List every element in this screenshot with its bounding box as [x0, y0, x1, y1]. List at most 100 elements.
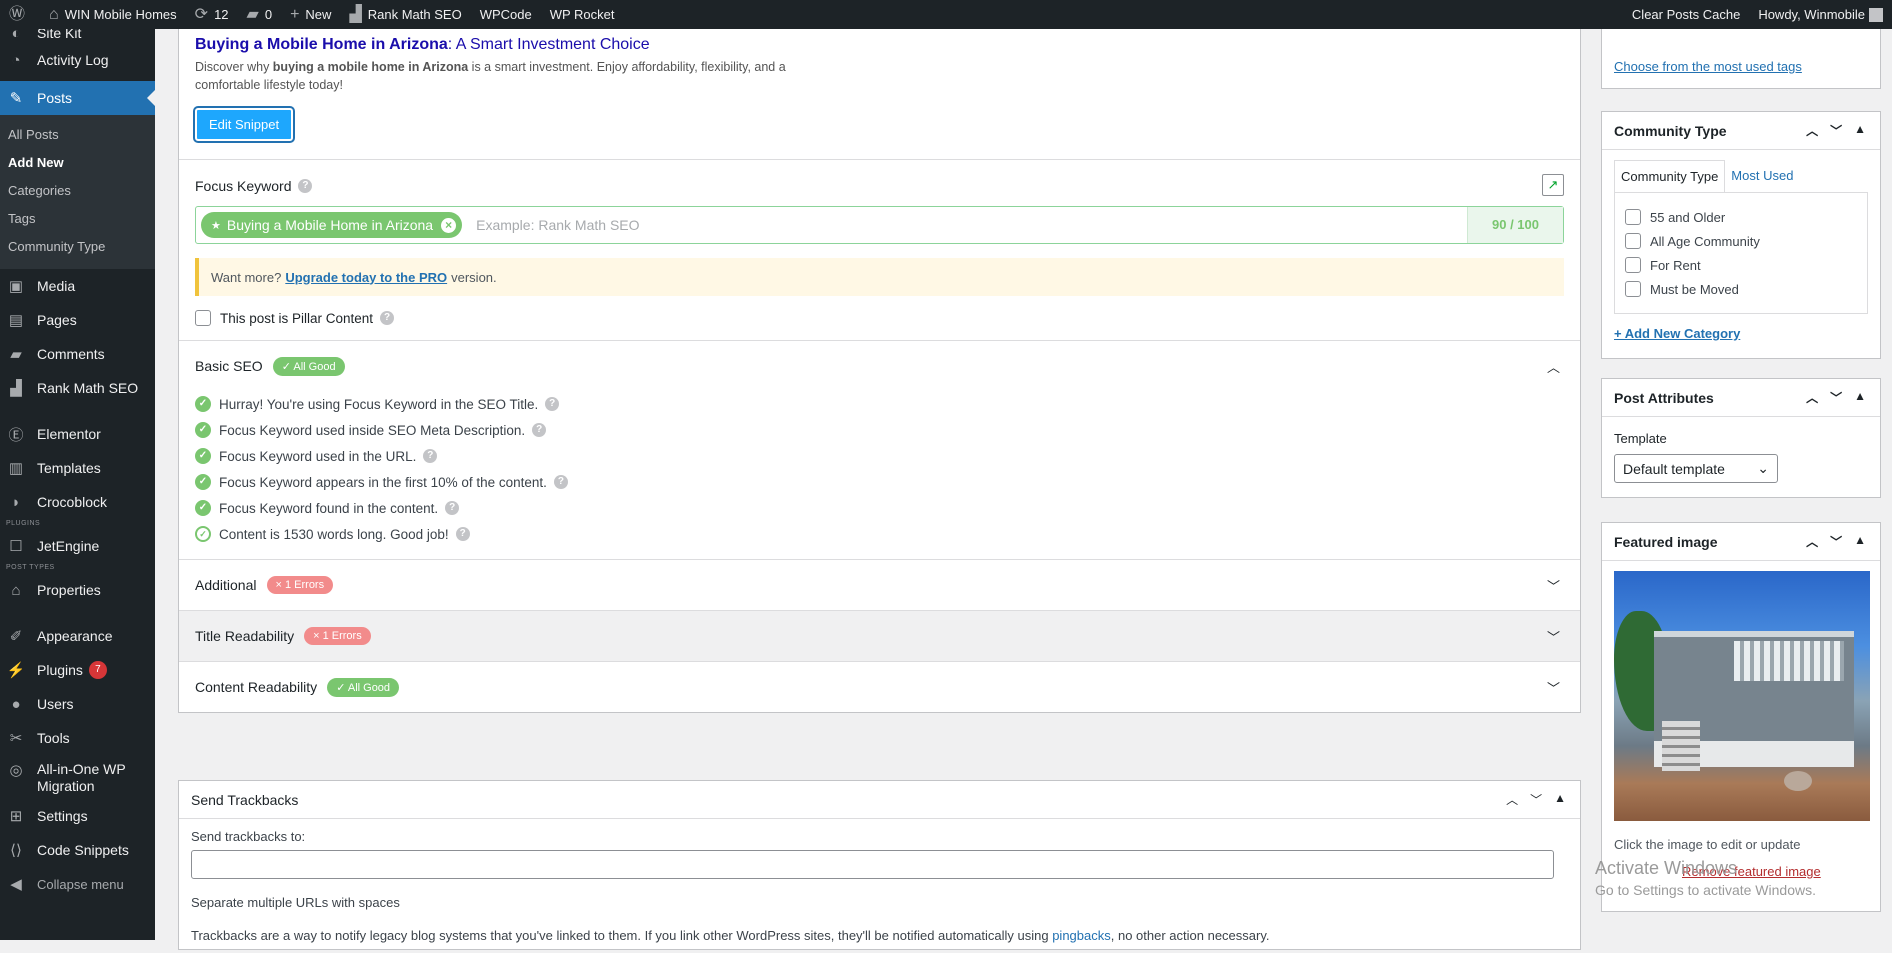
menu-jetengine[interactable]: ☐ JetEngine — [0, 529, 155, 563]
pillar-content-label[interactable]: This post is Pillar Content — [220, 311, 373, 326]
plus-icon: + — [290, 5, 300, 23]
category-checkbox[interactable] — [1625, 209, 1641, 225]
menu-activity-log[interactable]: ◔ Activity Log — [0, 43, 155, 77]
submenu-all-posts[interactable]: All Posts — [0, 121, 155, 149]
trends-icon[interactable]: ↗ — [1542, 174, 1564, 196]
clear-cache-link[interactable]: Clear Posts Cache — [1623, 0, 1749, 29]
snippet-description: Discover why buying a mobile home in Ari… — [195, 58, 795, 94]
menu-pages[interactable]: ▤ Pages — [0, 303, 155, 337]
community-type-tabs: Community Type Most Used — [1614, 160, 1868, 192]
featured-image-thumbnail[interactable] — [1614, 571, 1870, 821]
submenu-add-new[interactable]: Add New — [0, 149, 155, 177]
help-icon[interactable]: ? — [380, 311, 395, 325]
chevron-down-icon[interactable]: ﹀ — [1547, 627, 1560, 646]
trackbacks-hint: Separate multiple URLs with spaces — [191, 895, 400, 910]
move-up-icon[interactable]: ︿ — [1806, 122, 1818, 139]
collapse-icon: ◀ — [10, 876, 22, 893]
help-icon[interactable]: ? — [532, 423, 547, 437]
chevron-down-icon[interactable]: ﹀ — [1547, 576, 1560, 595]
help-icon[interactable]: ? — [553, 475, 568, 489]
menu-appearance[interactable]: ✐ Appearance — [0, 619, 155, 653]
menu-elementor[interactable]: Ⓔ Elementor — [0, 417, 155, 451]
post-attributes-title: Post Attributes — [1614, 389, 1714, 406]
move-down-icon[interactable]: ﹀ — [1830, 122, 1842, 139]
menu-rank-math[interactable]: ▟ Rank Math SEO — [0, 371, 155, 405]
rankmath-link[interactable]: ▟ Rank Math SEO — [340, 0, 470, 29]
help-icon[interactable]: ? — [445, 501, 460, 515]
updates-link[interactable]: ⟳ 12 — [186, 0, 238, 29]
menu-comments[interactable]: ▰ Comments — [0, 337, 155, 371]
most-used-tags-link[interactable]: Choose from the most used tags — [1614, 59, 1802, 74]
additional-header[interactable]: Additional × 1 Errors ﹀ — [195, 560, 1564, 610]
comments-link[interactable]: ▰ 0 — [238, 0, 282, 29]
category-checkbox[interactable] — [1625, 233, 1641, 249]
menu-templates[interactable]: ▥ Templates — [0, 451, 155, 485]
move-up-icon[interactable]: ︿ — [1806, 533, 1818, 550]
box-controls: ︿ ﹀ ▲ — [1806, 389, 1866, 406]
toggle-panel-icon[interactable]: ▲ — [1554, 791, 1566, 808]
collapse-menu-button[interactable]: ◀ Collapse menu — [0, 867, 155, 901]
pingbacks-link[interactable]: pingbacks — [1052, 928, 1111, 943]
template-select[interactable]: Default template ⌄ — [1614, 454, 1778, 483]
wpcode-link[interactable]: WPCode — [471, 0, 541, 29]
submenu-community-type[interactable]: Community Type — [0, 233, 155, 261]
new-content-link[interactable]: + New — [281, 0, 340, 29]
menu-tools[interactable]: ✂ Tools — [0, 721, 155, 755]
tab-most-used[interactable]: Most Used — [1725, 160, 1800, 192]
pillar-content-checkbox[interactable] — [195, 310, 211, 326]
help-icon[interactable]: ? — [298, 179, 313, 193]
menu-settings[interactable]: ⊞ Settings — [0, 799, 155, 833]
add-new-category-link[interactable]: + Add New Category — [1614, 326, 1740, 341]
trackbacks-input[interactable] — [191, 850, 1554, 879]
help-icon[interactable]: ? — [423, 449, 438, 463]
post-attributes-body: Template Default template ⌄ — [1602, 417, 1880, 493]
chevron-up-icon[interactable]: ︿ — [1547, 357, 1560, 376]
move-down-icon[interactable]: ﹀ — [1830, 533, 1842, 550]
menu-migration[interactable]: ◎ All-in-One WP Migration — [0, 755, 155, 799]
toggle-panel-icon[interactable]: ▲ — [1854, 122, 1866, 139]
account-link[interactable]: Howdy, Winmobile — [1749, 0, 1892, 29]
trackbacks-body: Send trackbacks to: Separate multiple UR… — [179, 819, 1580, 953]
category-label[interactable]: For Rent — [1650, 258, 1701, 273]
wprocket-link[interactable]: WP Rocket — [541, 0, 624, 29]
menu-crocoblock[interactable]: ◗ Crocoblock — [0, 485, 155, 519]
toggle-panel-icon[interactable]: ▲ — [1854, 389, 1866, 406]
title-readability-header[interactable]: Title Readability × 1 Errors ﹀ — [195, 611, 1564, 661]
tab-community-type[interactable]: Community Type — [1614, 160, 1726, 192]
content-readability-header[interactable]: Content Readability ✓ All Good ﹀ — [195, 662, 1564, 712]
watermark-line-1: Activate Windows — [1595, 858, 1738, 878]
remove-keyword-icon[interactable]: × — [441, 217, 457, 233]
menu-code-snippets[interactable]: ⟨⟩ Code Snippets — [0, 833, 155, 867]
toggle-panel-icon[interactable]: ▲ — [1854, 533, 1866, 550]
menu-posts[interactable]: ✎ Posts — [0, 81, 155, 115]
move-up-icon[interactable]: ︿ — [1506, 791, 1518, 808]
menu-properties[interactable]: ⌂ Properties — [0, 573, 155, 607]
edit-snippet-button[interactable]: Edit Snippet — [192, 106, 296, 143]
menu-plugins[interactable]: ⚡ Plugins 7 — [0, 653, 155, 687]
keyword-placeholder[interactable]: Example: Rank Math SEO — [476, 217, 1467, 233]
post-attributes-header: Post Attributes ︿ ﹀ ▲ — [1602, 379, 1880, 417]
site-name-link[interactable]: ⌂ WIN Mobile Homes — [40, 0, 186, 29]
menu-media[interactable]: ▣ Media — [0, 269, 155, 303]
upgrade-link[interactable]: Upgrade today to the PRO — [285, 270, 447, 285]
move-down-icon[interactable]: ﹀ — [1830, 389, 1842, 406]
chevron-down-icon[interactable]: ﹀ — [1547, 678, 1560, 697]
basic-seo-header[interactable]: Basic SEO ✓ All Good ︿ — [195, 341, 1564, 391]
category-label[interactable]: 55 and Older — [1650, 210, 1725, 225]
submenu-tags[interactable]: Tags — [0, 205, 155, 233]
category-label[interactable]: Must be Moved — [1650, 282, 1739, 297]
move-up-icon[interactable]: ︿ — [1806, 389, 1818, 406]
wordpress-logo[interactable]: Ⓦ — [0, 0, 40, 29]
category-label[interactable]: All Age Community — [1650, 234, 1760, 249]
focus-keyword-input[interactable]: ★ Buying a Mobile Home in Arizona × Exampl… — [195, 206, 1564, 244]
submenu-categories[interactable]: Categories — [0, 177, 155, 205]
keyword-tag[interactable]: ★ Buying a Mobile Home in Arizona × — [201, 212, 463, 238]
help-icon[interactable]: ? — [455, 527, 470, 541]
category-checkbox[interactable] — [1625, 257, 1641, 273]
help-icon[interactable]: ? — [545, 397, 560, 411]
move-down-icon[interactable]: ﹀ — [1530, 791, 1542, 808]
menu-site-kit[interactable]: ◐ Site Kit — [0, 29, 155, 43]
category-checkbox[interactable] — [1625, 281, 1641, 297]
menu-users[interactable]: ● Users — [0, 687, 155, 721]
community-type-body: Community Type Most Used 55 and Older Al… — [1602, 150, 1880, 351]
